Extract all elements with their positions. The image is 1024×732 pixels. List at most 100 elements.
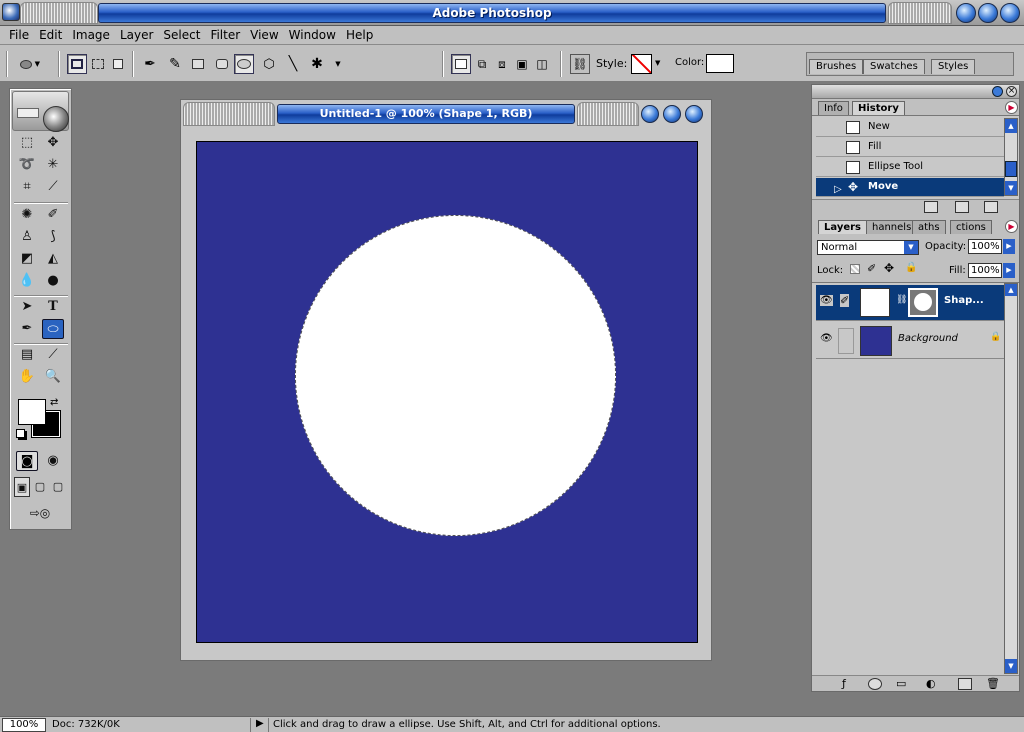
style-swatch-none[interactable] bbox=[631, 54, 652, 74]
fill-pixels-mode-button[interactable] bbox=[108, 54, 128, 74]
crop-tool-icon[interactable]: ⌗ bbox=[16, 177, 38, 197]
foreground-color-swatch[interactable] bbox=[18, 399, 46, 425]
history-scrollbar[interactable]: ▲ ▼ bbox=[1004, 118, 1018, 196]
palette-well-tab-swatches[interactable]: Swatches bbox=[863, 59, 925, 74]
zoom-tool-icon[interactable]: 🔍 bbox=[42, 367, 64, 387]
shape-color-swatch[interactable] bbox=[706, 54, 734, 73]
move-tool-icon[interactable]: ✥ bbox=[42, 133, 64, 153]
healing-brush-tool-icon[interactable]: ✺ bbox=[16, 205, 38, 225]
ellipse-shape[interactable] bbox=[295, 215, 616, 536]
slice-tool-icon[interactable]: ⟋ bbox=[42, 177, 64, 197]
tab-layers[interactable]: Layers bbox=[818, 220, 867, 234]
scroll-thumb[interactable] bbox=[1005, 161, 1017, 177]
paths-mode-button[interactable] bbox=[88, 54, 108, 74]
marquee-tool-icon[interactable]: ⬚ bbox=[16, 133, 38, 153]
path-selection-tool-icon[interactable]: ➤ bbox=[16, 297, 38, 317]
quick-mask-mode-icon[interactable]: ◉ bbox=[42, 451, 64, 471]
history-item-ellipse-tool[interactable]: Ellipse Tool bbox=[816, 158, 1004, 177]
opacity-input[interactable]: 100% bbox=[968, 239, 1002, 254]
zoom-field[interactable]: 100% bbox=[2, 718, 46, 732]
layer-row-shape-1[interactable]: 👁 ✐ ⛓ Shap... bbox=[816, 285, 1004, 321]
new-layer-icon[interactable] bbox=[958, 678, 972, 690]
ellipse-shape-icon[interactable] bbox=[234, 54, 254, 74]
delete-layer-icon[interactable]: 🗑 bbox=[986, 677, 1000, 690]
full-screen-mode-icon[interactable]: ▢ bbox=[50, 477, 66, 497]
chain-link-icon[interactable]: ⛓ bbox=[896, 295, 907, 305]
jump-to-imageready-icon[interactable]: ⇨◎ bbox=[16, 503, 64, 523]
eye-icon[interactable] bbox=[43, 106, 69, 132]
eyedropper-tool-icon[interactable]: ⟋ bbox=[42, 345, 64, 365]
minimize-button[interactable] bbox=[956, 3, 976, 23]
layer-row-background[interactable]: 👁 Background 🔒 bbox=[816, 323, 1004, 359]
layers-menu-arrow-icon[interactable]: ▶ bbox=[1005, 220, 1018, 233]
new-snapshot-icon[interactable] bbox=[955, 201, 969, 213]
add-to-shape-area-button[interactable]: ⧉ bbox=[472, 54, 492, 74]
eye-icon[interactable]: 👁 bbox=[820, 295, 833, 306]
palette-well-tab-styles[interactable]: Styles bbox=[931, 59, 976, 74]
photoshop-app-icon[interactable] bbox=[2, 3, 20, 21]
line-shape-icon[interactable]: ╲ bbox=[283, 54, 303, 74]
menu-window[interactable]: Window bbox=[284, 28, 341, 42]
delete-state-icon[interactable] bbox=[984, 201, 998, 213]
rounded-rectangle-shape-icon[interactable] bbox=[212, 54, 232, 74]
history-brush-tool-icon[interactable]: ⟆ bbox=[42, 227, 64, 247]
menu-edit[interactable]: Edit bbox=[34, 28, 67, 42]
dodge-tool-icon[interactable]: ● bbox=[42, 271, 64, 291]
lasso-tool-icon[interactable]: ➰ bbox=[16, 155, 38, 175]
menu-select[interactable]: Select bbox=[158, 28, 205, 42]
history-menu-arrow-icon[interactable]: ▶ bbox=[1005, 101, 1018, 114]
standard-mode-icon[interactable]: ◙ bbox=[16, 451, 38, 471]
history-item-move[interactable]: ▷ ✥ Move bbox=[816, 178, 1004, 197]
link-layer-style-button[interactable]: ⛓ bbox=[570, 54, 590, 74]
brush-tool-icon[interactable]: ✐ bbox=[42, 205, 64, 225]
menu-image[interactable]: Image bbox=[67, 28, 115, 42]
scroll-up-icon[interactable]: ▲ bbox=[1005, 119, 1017, 133]
palette-collapse-icon[interactable] bbox=[992, 86, 1003, 97]
shape-layers-mode-button[interactable] bbox=[67, 54, 87, 74]
type-tool-icon[interactable]: T bbox=[42, 297, 64, 317]
document-close-button[interactable] bbox=[685, 105, 703, 123]
maximize-button[interactable] bbox=[978, 3, 998, 23]
fill-input[interactable]: 100% bbox=[968, 263, 1002, 278]
blur-tool-icon[interactable]: 💧 bbox=[16, 271, 38, 291]
adobe-online-icon[interactable] bbox=[17, 108, 39, 118]
opacity-slider-arrow-icon[interactable]: ▶ bbox=[1003, 239, 1015, 254]
palette-well-tab-brushes[interactable]: Brushes bbox=[809, 59, 864, 74]
document-maximize-button[interactable] bbox=[663, 105, 681, 123]
swap-colors-icon[interactable]: ⇄ bbox=[50, 397, 58, 408]
close-button[interactable] bbox=[1000, 3, 1020, 23]
hand-tool-icon[interactable]: ✋ bbox=[16, 367, 38, 387]
menu-help[interactable]: Help bbox=[341, 28, 378, 42]
rectangle-shape-icon[interactable] bbox=[188, 54, 208, 74]
pen-tool-icon[interactable]: ✒ bbox=[16, 319, 38, 339]
scroll-up-icon[interactable]: ▲ bbox=[1005, 284, 1017, 296]
scroll-down-icon[interactable]: ▼ bbox=[1005, 181, 1017, 195]
paint-bucket-tool-icon[interactable]: ◭ bbox=[42, 249, 64, 269]
lock-transparency-icon[interactable] bbox=[850, 264, 860, 274]
exclude-shape-area-button[interactable]: ◫ bbox=[532, 54, 552, 74]
palette-close-icon[interactable]: × bbox=[1006, 86, 1017, 97]
polygon-shape-icon[interactable]: ⬡ bbox=[259, 54, 279, 74]
tab-channels[interactable]: hannels bbox=[866, 220, 918, 234]
menu-file[interactable]: File bbox=[4, 28, 34, 42]
intersect-shape-area-button[interactable]: ▣ bbox=[512, 54, 532, 74]
fill-slider-arrow-icon[interactable]: ▶ bbox=[1003, 263, 1015, 278]
menu-view[interactable]: View bbox=[245, 28, 283, 42]
shape-options-chevron-icon[interactable]: ▼ bbox=[328, 54, 348, 74]
history-item-new[interactable]: New bbox=[816, 118, 1004, 137]
freeform-pen-icon[interactable]: ✎ bbox=[165, 54, 185, 74]
custom-shape-icon[interactable]: ✱ bbox=[307, 54, 327, 74]
add-mask-icon[interactable] bbox=[868, 678, 882, 690]
full-screen-menu-mode-icon[interactable]: ▢ bbox=[32, 477, 48, 497]
tool-preset-picker[interactable]: ▼ bbox=[20, 54, 40, 74]
image-canvas[interactable] bbox=[196, 141, 698, 643]
notes-tool-icon[interactable]: ▤ bbox=[16, 345, 38, 365]
lock-all-icon[interactable]: 🔒 bbox=[905, 262, 917, 273]
clone-stamp-tool-icon[interactable]: ♙ bbox=[16, 227, 38, 247]
lock-image-icon[interactable]: ✐ bbox=[867, 262, 876, 275]
new-set-folder-icon[interactable]: ▭ bbox=[896, 677, 906, 690]
document-minimize-button[interactable] bbox=[641, 105, 659, 123]
tab-info[interactable]: Info bbox=[818, 101, 849, 115]
layer-style-icon[interactable]: ƒ bbox=[842, 677, 846, 690]
new-shape-area-button[interactable] bbox=[451, 54, 471, 74]
